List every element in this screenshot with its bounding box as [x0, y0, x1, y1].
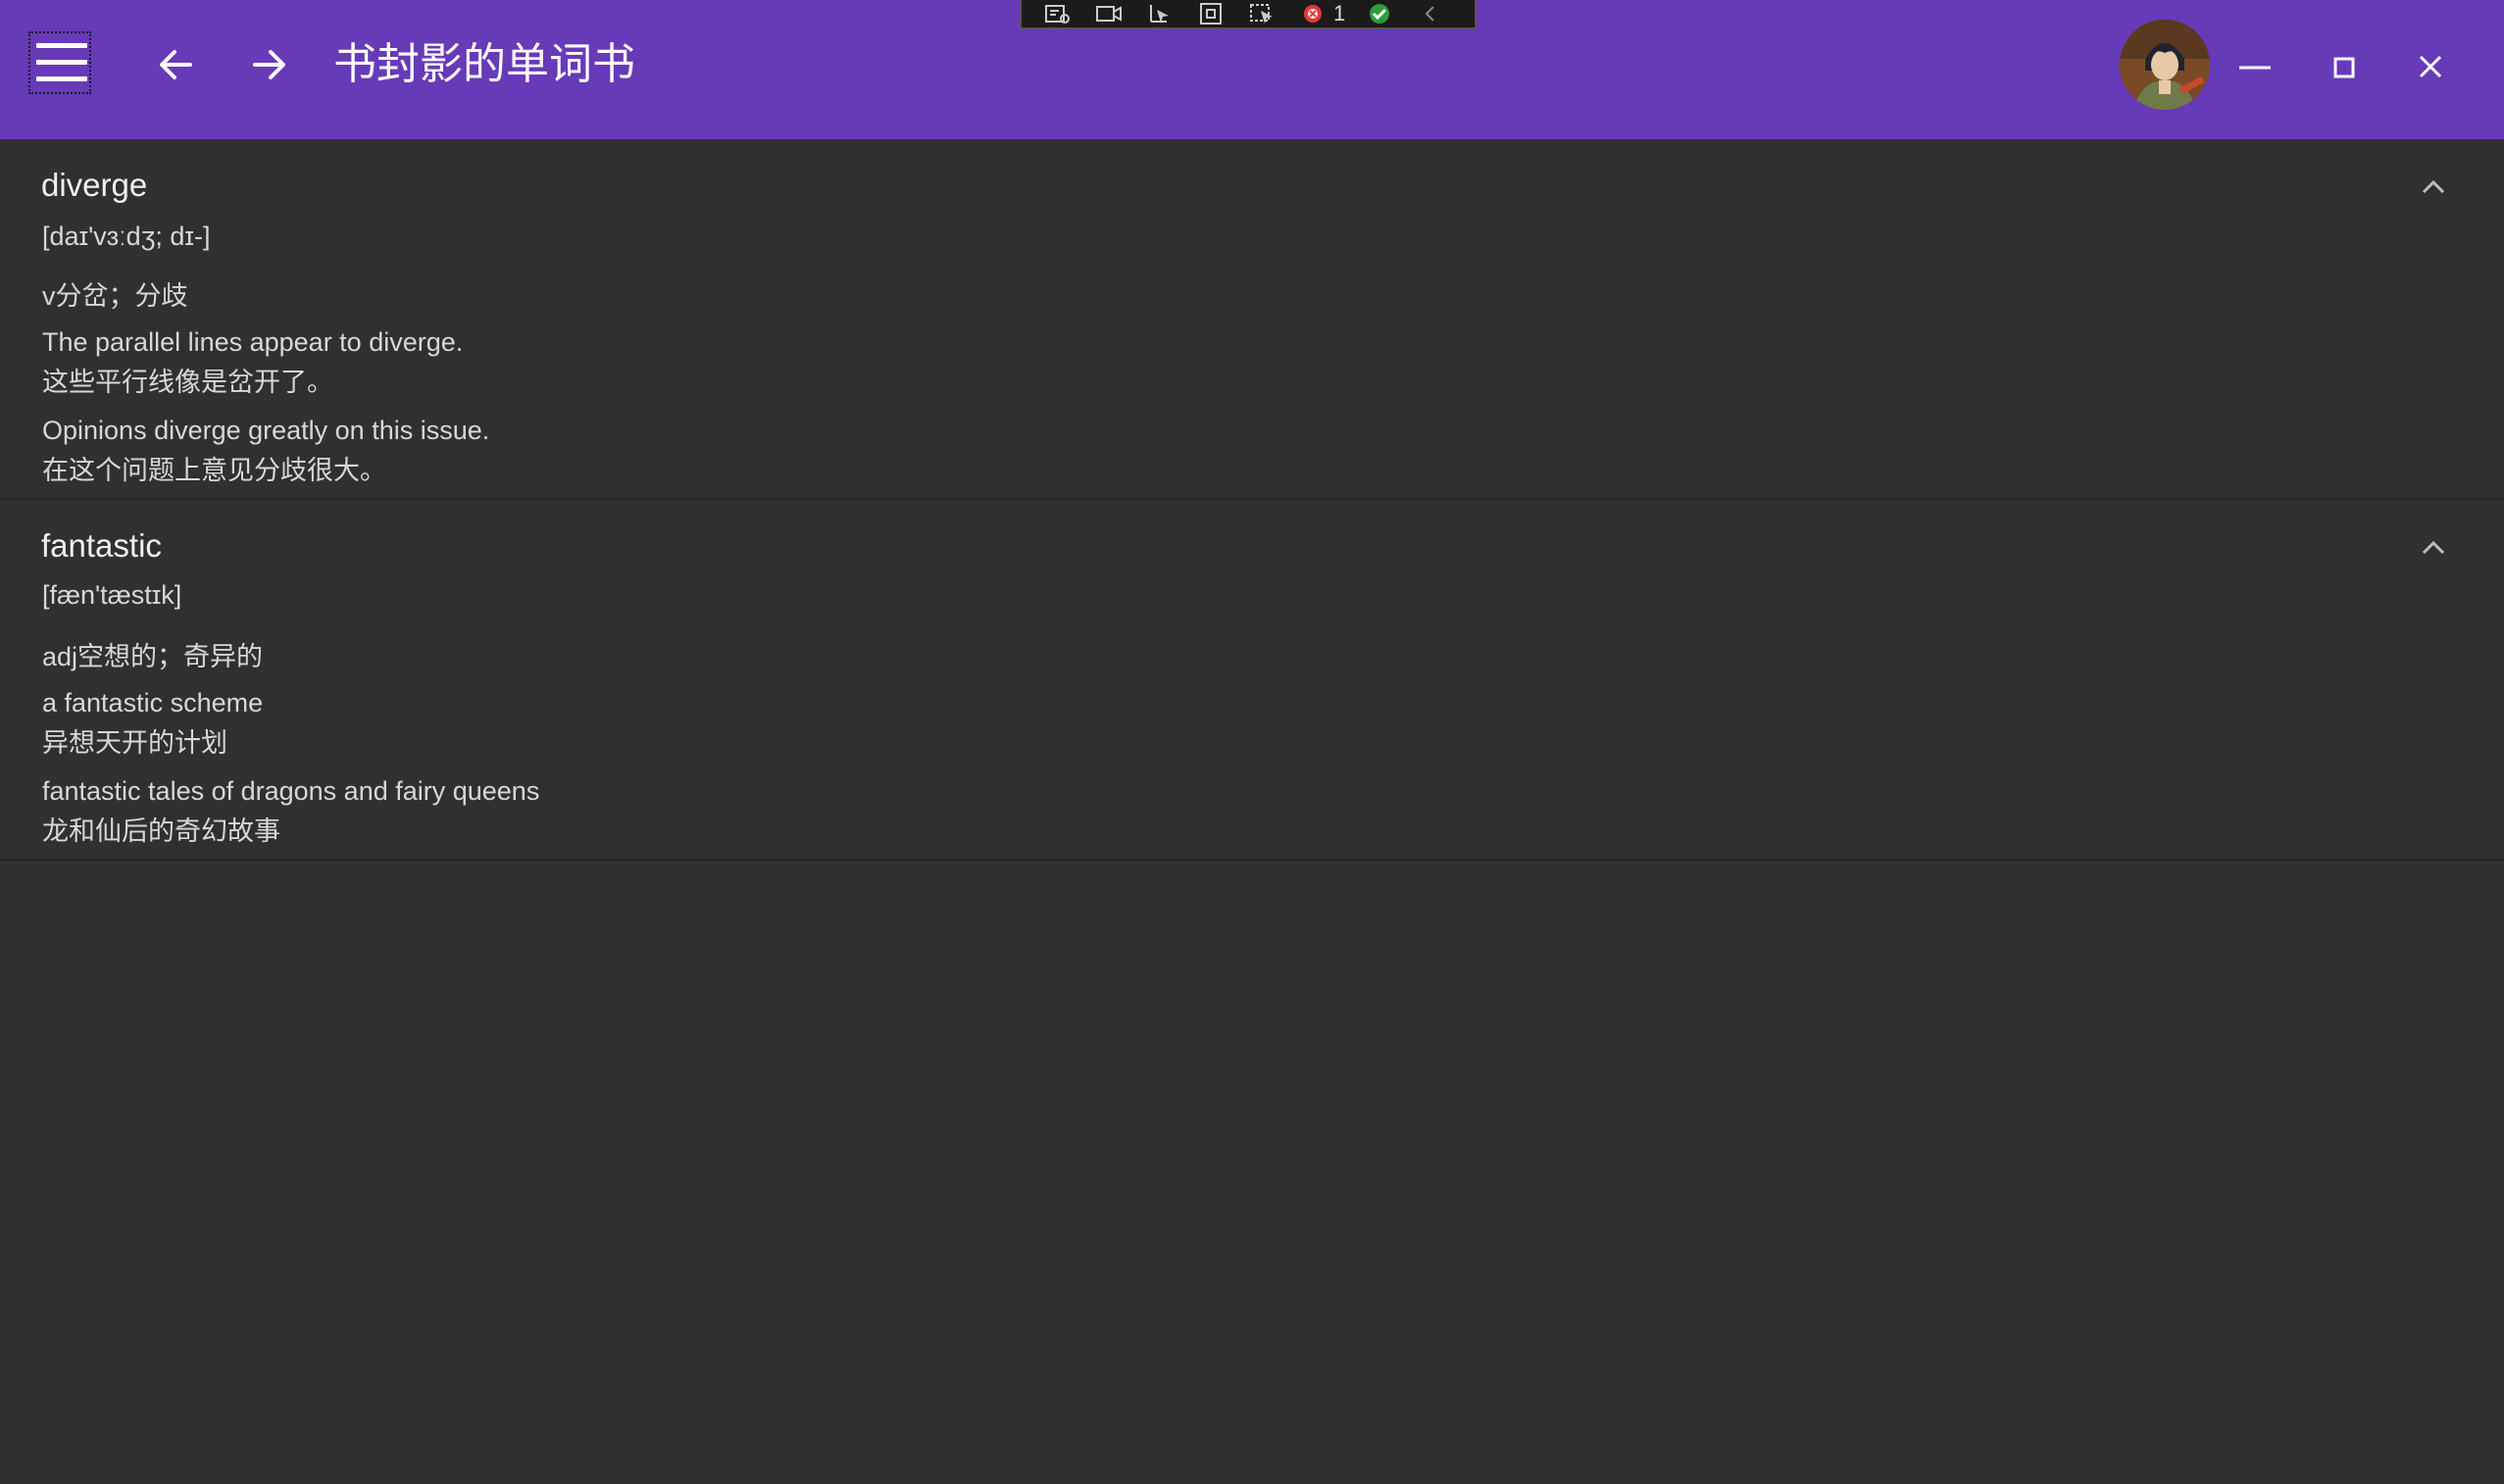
word-meaning: adj空想的；奇异的	[42, 642, 264, 671]
word-card: diverge [daɪ'vɜːdʒ; dɪ-] v分岔；分歧 The para…	[0, 139, 2504, 500]
chevron-up-icon	[2422, 179, 2445, 194]
arrow-left-icon	[160, 50, 192, 79]
live-visual-tree-icon[interactable]	[1041, 2, 1075, 25]
collapse-chevron-icon[interactable]	[1414, 2, 1447, 25]
hamburger-menu-icon-bar	[36, 76, 87, 81]
word-phonetic: [fæn'tæstɪk]	[42, 580, 182, 610]
example-chinese: 龙和仙后的奇幻故事	[42, 816, 280, 846]
minimize-icon	[2239, 66, 2271, 70]
maximize-button[interactable]	[2315, 37, 2374, 96]
maximize-icon	[2333, 57, 2355, 78]
display-layout-adorners-icon[interactable]	[1194, 2, 1227, 25]
avatar-portrait-icon	[2120, 20, 2210, 110]
example-english: Opinions diverge greatly on this issue.	[42, 416, 490, 445]
word-meaning: v分岔；分歧	[42, 281, 188, 311]
example-english: fantastic tales of dragons and fairy que…	[42, 776, 540, 806]
example-chinese: 异想天开的计划	[42, 728, 227, 758]
example-english: The parallel lines appear to diverge.	[42, 327, 464, 357]
word-title: diverge	[41, 167, 148, 203]
chevron-up-icon	[2422, 540, 2445, 555]
app-title: 书封影的单词书	[333, 40, 635, 88]
word-phonetic: [daɪ'vɜːdʒ; dɪ-]	[42, 222, 211, 251]
collapse-button[interactable]	[2414, 169, 2453, 208]
word-title: fantastic	[41, 527, 162, 564]
example-chinese: 这些平行线像是岔开了。	[42, 368, 333, 397]
binding-failures-count: 1	[1333, 1, 1346, 25]
forward-button[interactable]	[241, 37, 296, 92]
back-button[interactable]	[149, 37, 204, 92]
example-english: a fantastic scheme	[42, 688, 264, 717]
collapse-button[interactable]	[2414, 529, 2453, 569]
app-window: 书封影的单词书 1 diverge [daɪ'vɜːdʒ; dɪ-] v分岔；分…	[0, 0, 2504, 1484]
hamburger-menu-icon	[36, 43, 87, 48]
binding-failures-icon[interactable]	[1296, 2, 1329, 25]
minimize-button[interactable]	[2226, 37, 2284, 96]
example-chinese: 在这个问题上意见分歧很大。	[42, 456, 386, 485]
title-bar: 书封影的单词书 1	[0, 0, 2504, 139]
close-button[interactable]	[2401, 37, 2460, 96]
word-card: fantastic [fæn'tæstɪk] adj空想的；奇异的 a fant…	[0, 500, 2504, 861]
hamburger-menu-icon-bar	[36, 60, 87, 65]
user-avatar[interactable]	[2120, 20, 2210, 110]
select-element-icon[interactable]	[1143, 2, 1177, 25]
arrow-right-icon	[253, 50, 285, 79]
record-icon[interactable]	[1092, 2, 1126, 25]
word-list: diverge [daɪ'vɜːdʒ; dɪ-] v分岔；分歧 The para…	[0, 139, 2504, 861]
close-icon	[2419, 55, 2442, 78]
hamburger-menu-button[interactable]	[28, 31, 91, 94]
debug-toolbar: 1	[1020, 0, 1477, 29]
track-focus-icon[interactable]	[1245, 2, 1278, 25]
hot-reload-check-icon[interactable]	[1363, 2, 1396, 25]
